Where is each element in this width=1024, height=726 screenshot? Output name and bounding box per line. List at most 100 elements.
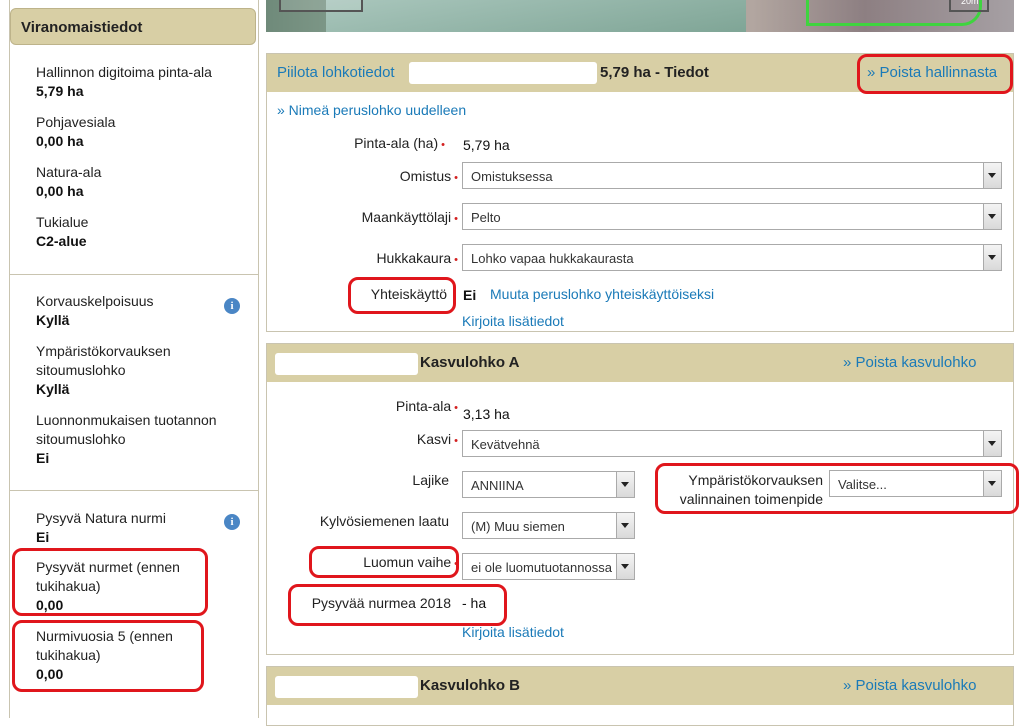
sidebar-item-value: 0,00 ha xyxy=(36,183,84,199)
sidebar-item-value: C2-alue xyxy=(36,233,87,249)
sidebar-item-natura-grassland: Pysyvä Natura nurmi Ei xyxy=(36,509,236,547)
crop-parcel-a-header: Kasvulohko A » Poista kasvulohko xyxy=(267,344,1013,382)
crop-label-text: Kasvi xyxy=(416,431,452,447)
permanent-grassland-value: - ha xyxy=(462,595,487,611)
organic-phase-select[interactable]: ei ole luomutuotannossa xyxy=(462,553,635,580)
env-measure-label-line2: valinnainen toimenpide xyxy=(679,491,823,507)
seed-quality-selected: (M) Muu siemen xyxy=(471,519,565,534)
organic-phase-selected: ei ole luomutuotannossa xyxy=(471,560,612,575)
required-marker: • xyxy=(454,558,458,570)
variety-label: Lajike xyxy=(412,472,449,488)
env-measure-label-line1: Ympäristökorvauksen xyxy=(688,472,823,488)
redacted-parcel-id xyxy=(409,62,597,84)
sidebar-item-organic-commitment: Luonnonmukaisen tuotannon sitoumuslohko … xyxy=(36,411,236,468)
sidebar-item-label: Pysyvä Natura nurmi xyxy=(36,510,166,526)
shared-use-label: Yhteiskäyttö xyxy=(370,286,447,302)
info-icon[interactable]: i xyxy=(224,298,240,314)
map-scale-label: 20m xyxy=(961,0,979,6)
env-measure-selected: Valitse... xyxy=(838,477,887,492)
required-marker: • xyxy=(454,254,458,266)
ownership-selected: Omistuksessa xyxy=(471,169,553,184)
crop-area-label-text: Pinta-ala xyxy=(395,398,452,414)
wild-oat-label: Hukkakaura • xyxy=(376,250,458,266)
crop-area-label: Pinta-ala • xyxy=(396,398,458,414)
sidebar-item-value: Kyllä xyxy=(36,381,70,397)
crop-select[interactable]: Kevätvehnä xyxy=(462,430,1002,457)
sidebar-item-label: Pysyvät nurmet (ennen tukihakua) xyxy=(36,559,180,594)
shared-use-value: Ei xyxy=(463,287,477,303)
land-use-select[interactable]: Pelto xyxy=(462,203,1002,230)
organic-phase-label: Luomun vaihe • xyxy=(363,554,458,570)
ownership-label: Omistus • xyxy=(400,168,458,184)
sidebar-item-label: Hallinnon digitoima pinta-ala xyxy=(36,64,212,80)
sidebar-item-label: Pohjavesiala xyxy=(36,114,116,130)
chevron-down-icon[interactable] xyxy=(983,431,1001,456)
sidebar-item-natura-area: Natura-ala 0,00 ha xyxy=(36,163,236,201)
sidebar-item-value: 5,79 ha xyxy=(36,83,84,99)
sidebar-item-value: 0,00 ha xyxy=(36,133,84,149)
crop-parcel-a-panel: Kasvulohko A » Poista kasvulohko Pinta-a… xyxy=(266,343,1014,655)
sidebar-item-value: Ei xyxy=(36,450,50,466)
chevron-down-icon[interactable] xyxy=(616,513,634,538)
variety-select[interactable]: ANNIINA xyxy=(462,471,635,498)
redacted-parcel-id xyxy=(275,353,418,375)
sidebar-item-value: 0,00 xyxy=(36,666,64,682)
sidebar-divider xyxy=(10,274,258,275)
required-marker: • xyxy=(454,172,458,184)
land-use-label-text: Maankäyttölaji xyxy=(361,209,452,225)
hide-parcel-info-link[interactable]: Piilota lohkotiedot xyxy=(277,64,395,81)
sidebar-item-label: Ympäristökorvauksen sitoumuslohko xyxy=(36,343,171,378)
land-use-label: Maankäyttölaji • xyxy=(362,209,458,225)
sidebar-item-groundwater-area: Pohjavesiala 0,00 ha xyxy=(36,113,236,151)
area-value: 5,79 ha xyxy=(463,137,510,153)
wild-oat-select[interactable]: Lohko vapaa hukkakaurasta xyxy=(462,244,1002,271)
sidebar-item-value: 0,00 xyxy=(36,597,64,613)
chevron-down-icon[interactable] xyxy=(983,163,1001,188)
info-icon[interactable]: i xyxy=(224,514,240,530)
ownership-label-text: Omistus xyxy=(399,168,452,184)
ownership-select[interactable]: Omistuksessa xyxy=(462,162,1002,189)
sidebar-divider xyxy=(10,490,258,491)
remove-from-management-link[interactable]: » Poista hallinnasta xyxy=(867,64,997,81)
seed-quality-label: Kylvösiemenen laatu xyxy=(319,513,449,529)
map-view[interactable]: 20m xyxy=(266,0,1014,32)
chevron-down-icon[interactable] xyxy=(983,204,1001,229)
crop-parcel-b-panel: Kasvulohko B » Poista kasvulohko xyxy=(266,666,1014,726)
env-measure-label: Ympäristökorvauksen valinnainen toimenpi… xyxy=(680,471,823,509)
organic-phase-label-text: Luomun vaihe xyxy=(363,554,452,570)
sidebar-item-label: Korvauskelpoisuus xyxy=(36,293,154,309)
make-shared-use-link[interactable]: Muuta peruslohko yhteiskäyttöiseksi xyxy=(490,286,714,302)
sidebar-item-permanent-grassland: Pysyvät nurmet (ennen tukihakua) 0,00 xyxy=(36,558,196,615)
map-field-area xyxy=(326,0,746,32)
area-label: Pinta-ala (ha) • xyxy=(354,135,445,151)
write-notes-link[interactable]: Kirjoita lisätiedot xyxy=(462,624,564,640)
required-marker: • xyxy=(454,435,458,447)
required-marker: • xyxy=(454,213,458,225)
crop-selected: Kevätvehnä xyxy=(471,437,540,452)
crop-parcel-a-title: Kasvulohko A xyxy=(420,354,520,371)
base-parcel-title: 5,79 ha - Tiedot xyxy=(600,64,709,81)
sidebar-item-grassland-years: Nurmivuosia 5 (ennen tukihakua) 0,00 xyxy=(36,627,196,684)
map-control-box[interactable] xyxy=(279,0,363,12)
variety-selected: ANNIINA xyxy=(471,478,524,493)
permanent-grassland-label: Pysyvää nurmea 2018 xyxy=(311,595,451,611)
chevron-down-icon[interactable] xyxy=(616,554,634,579)
crop-parcel-b-header: Kasvulohko B » Poista kasvulohko xyxy=(267,667,1013,705)
sidebar-item-value: Kyllä xyxy=(36,312,70,328)
write-notes-link[interactable]: Kirjoita lisätiedot xyxy=(462,313,564,329)
chevron-down-icon[interactable] xyxy=(983,245,1001,270)
chevron-down-icon[interactable] xyxy=(616,472,634,497)
rename-parcel-link[interactable]: » Nimeä peruslohko uudelleen xyxy=(277,102,466,118)
base-parcel-header: Piilota lohkotiedot 5,79 ha - Tiedot » P… xyxy=(267,54,1013,92)
land-use-selected: Pelto xyxy=(471,210,501,225)
remove-crop-parcel-b-link[interactable]: » Poista kasvulohko xyxy=(843,677,976,694)
env-measure-select[interactable]: Valitse... xyxy=(829,470,1002,497)
sidebar-item-support-region: Tukialue C2-alue xyxy=(36,213,236,251)
authority-info-sidebar: Viranomaistiedot Hallinnon digitoima pin… xyxy=(9,0,259,718)
sidebar-item-value: Ei xyxy=(36,529,50,545)
seed-quality-select[interactable]: (M) Muu siemen xyxy=(462,512,635,539)
remove-crop-parcel-a-link[interactable]: » Poista kasvulohko xyxy=(843,354,976,371)
chevron-down-icon[interactable] xyxy=(983,471,1001,496)
crop-area-value: 3,13 ha xyxy=(463,406,510,422)
sidebar-item-env-commitment: Ympäristökorvauksen sitoumuslohko Kyllä xyxy=(36,342,216,399)
